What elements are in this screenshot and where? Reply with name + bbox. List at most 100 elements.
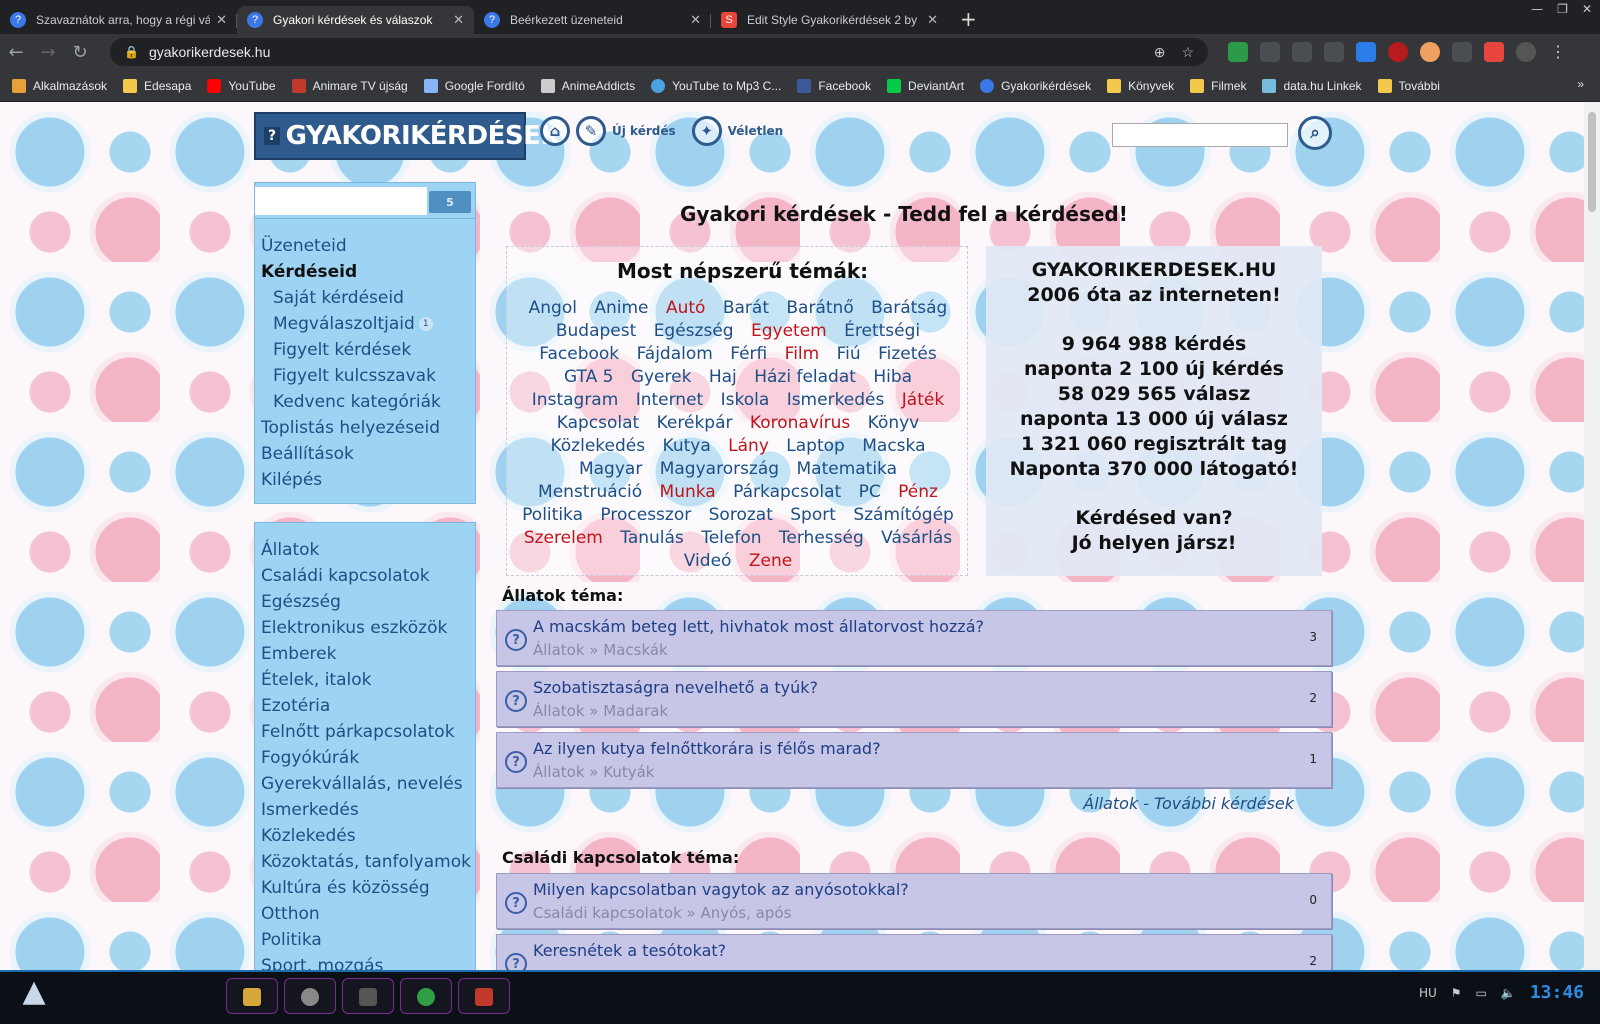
- topic-tag[interactable]: Kapcsolat: [557, 413, 639, 433]
- menu-item-watched-questions[interactable]: Figyelt kérdések: [261, 337, 475, 363]
- topic-tag[interactable]: GTA 5: [564, 367, 613, 387]
- category-item[interactable]: Elektronikus eszközök: [261, 615, 475, 641]
- topic-tag[interactable]: Koronavírus: [750, 413, 850, 433]
- category-item[interactable]: Állatok: [261, 537, 475, 563]
- topic-tag[interactable]: Film: [785, 344, 820, 364]
- magic-wand-icon[interactable]: ✦: [691, 116, 722, 146]
- topic-tag[interactable]: Haj: [709, 367, 737, 387]
- category-item[interactable]: Közoktatás, tanfolyamok: [261, 849, 475, 875]
- topic-tag[interactable]: Kerékpár: [657, 413, 733, 433]
- question-category[interactable]: Állatok » Madarak: [533, 702, 668, 720]
- stylus-icon[interactable]: [1484, 42, 1504, 62]
- topic-tag[interactable]: Magyarország: [660, 459, 779, 479]
- topic-tag[interactable]: Laptop: [786, 436, 845, 456]
- bookmark[interactable]: Könyvek: [1107, 78, 1174, 93]
- topic-tag[interactable]: Sport: [790, 505, 836, 525]
- site-logo[interactable]: ? GYAKORIKÉRDÉSEK: [254, 112, 561, 160]
- menu-item-toplist[interactable]: Toplistás helyezéseid: [261, 415, 475, 441]
- category-item[interactable]: Ételek, italok: [261, 667, 475, 693]
- topic-tag[interactable]: Magyar: [579, 459, 642, 479]
- browser-tab[interactable]: ? Szavaznátok arra, hogy a régi vá ✕: [0, 6, 237, 34]
- bookmark[interactable]: Facebook: [797, 78, 871, 93]
- extension-icon[interactable]: [1260, 42, 1280, 62]
- bookmark[interactable]: Animare TV újság: [291, 78, 408, 93]
- question-row[interactable]: ? A macskám beteg lett, hivhatok most ál…: [496, 610, 1332, 666]
- bookmark[interactable]: Gyakorikérdések: [980, 78, 1091, 93]
- topic-tag[interactable]: Munka: [660, 482, 716, 502]
- category-item[interactable]: Fogyókúrák: [261, 745, 475, 771]
- taskbar-app[interactable]: [458, 978, 510, 1014]
- extension-icon[interactable]: [1324, 42, 1344, 62]
- menu-item-watched-keywords[interactable]: Figyelt kulcsszavak: [261, 363, 475, 389]
- topic-tag[interactable]: Budapest: [556, 321, 636, 341]
- username-field[interactable]: [255, 187, 427, 215]
- random-link[interactable]: Véletlen: [728, 124, 784, 138]
- extension-icon[interactable]: [1420, 42, 1440, 62]
- topic-tag[interactable]: Párkapcsolat: [733, 482, 841, 502]
- bookmark[interactable]: YouTube to Mp3 C...: [651, 78, 781, 93]
- ublock-icon[interactable]: [1388, 42, 1408, 62]
- extension-icon[interactable]: [1452, 42, 1472, 62]
- clock[interactable]: 13:46: [1530, 982, 1584, 1003]
- category-item[interactable]: Sport, mozgás: [261, 953, 475, 970]
- question-title[interactable]: Keresnétek a tesótokat?: [533, 941, 726, 960]
- category-item[interactable]: Politika: [261, 927, 475, 953]
- restore-icon[interactable]: ❐: [1557, 2, 1568, 16]
- close-tab-icon[interactable]: ✕: [216, 12, 227, 28]
- home-icon[interactable]: ⌂: [540, 116, 570, 146]
- topic-tag[interactable]: Barát: [723, 298, 769, 318]
- menu-item-favorite-categories[interactable]: Kedvenc kategóriák: [261, 389, 475, 415]
- question-category[interactable]: Állatok » Kutyák: [533, 763, 654, 781]
- zoom-icon[interactable]: ⊕: [1154, 44, 1166, 61]
- scrollbar-thumb[interactable]: [1588, 112, 1596, 212]
- topic-tag[interactable]: Internet: [636, 390, 704, 410]
- topic-tag[interactable]: Zene: [749, 551, 792, 571]
- category-item[interactable]: Gyerekvállalás, nevelés: [261, 771, 475, 797]
- start-button-icon[interactable]: ▲: [14, 974, 54, 1022]
- topic-tag[interactable]: Autó: [666, 298, 705, 318]
- flag-icon[interactable]: ⚑: [1451, 986, 1462, 1000]
- bookmark-star-icon[interactable]: ☆: [1181, 44, 1194, 61]
- message-count-badge[interactable]: 5: [429, 191, 471, 213]
- question-title[interactable]: Milyen kapcsolatban vagytok az anyósotok…: [533, 880, 909, 899]
- bookmark-apps[interactable]: Alkalmazások: [12, 78, 107, 93]
- bookmark[interactable]: data.hu Linkek: [1262, 78, 1362, 93]
- more-questions-link[interactable]: Állatok - További kérdések: [1083, 794, 1294, 813]
- topic-tag[interactable]: Lány: [728, 436, 769, 456]
- more-bookmarks-icon[interactable]: »: [1577, 77, 1584, 91]
- new-question-link[interactable]: Új kérdés: [612, 124, 676, 138]
- topic-tag[interactable]: Tanulás: [620, 528, 684, 548]
- topic-tag[interactable]: Fizetés: [878, 344, 937, 364]
- profile-avatar[interactable]: [1516, 42, 1536, 62]
- bookmark[interactable]: További: [1377, 78, 1440, 93]
- bookmark[interactable]: YouTube: [207, 78, 276, 93]
- topic-tag[interactable]: Egyetem: [751, 321, 827, 341]
- topic-tag[interactable]: Iskola: [721, 390, 770, 410]
- taskbar-app[interactable]: [342, 978, 394, 1014]
- reload-icon[interactable]: ↻: [64, 42, 96, 63]
- question-row[interactable]: ? Keresnétek a tesótokat? 2: [496, 934, 1332, 970]
- close-tab-icon[interactable]: ✕: [453, 12, 464, 28]
- category-item[interactable]: Kultúra és közösség: [261, 875, 475, 901]
- topic-tag[interactable]: Házi feladat: [754, 367, 856, 387]
- question-category[interactable]: Állatok » Macskák: [533, 641, 668, 659]
- menu-item-answered[interactable]: Megválaszoltjaid 1: [261, 311, 475, 337]
- category-item[interactable]: Közlekedés: [261, 823, 475, 849]
- topic-tag[interactable]: Terhesség: [779, 528, 864, 548]
- network-icon[interactable]: ▭: [1476, 986, 1487, 1000]
- question-title[interactable]: Az ilyen kutya felnőttkorára is félős ma…: [533, 739, 881, 758]
- menu-dots-icon[interactable]: ⋮: [1548, 42, 1568, 62]
- topic-tag[interactable]: Közlekedés: [550, 436, 645, 456]
- language-indicator[interactable]: HU: [1419, 986, 1437, 1000]
- menu-item-logout[interactable]: Kilépés: [261, 467, 475, 493]
- topic-tag[interactable]: Fiú: [837, 344, 861, 364]
- topic-tag[interactable]: Játék: [902, 390, 944, 410]
- close-window-icon[interactable]: ✕: [1582, 2, 1592, 16]
- extension-icon[interactable]: [1292, 42, 1312, 62]
- category-item[interactable]: Felnőtt párkapcsolatok: [261, 719, 475, 745]
- category-item[interactable]: Otthon: [261, 901, 475, 927]
- topic-tag[interactable]: Ismerkedés: [787, 390, 885, 410]
- question-row[interactable]: ? Milyen kapcsolatban vagytok az anyósot…: [496, 873, 1332, 929]
- topic-tag[interactable]: Politika: [522, 505, 583, 525]
- menu-item-settings[interactable]: Beállítások: [261, 441, 475, 467]
